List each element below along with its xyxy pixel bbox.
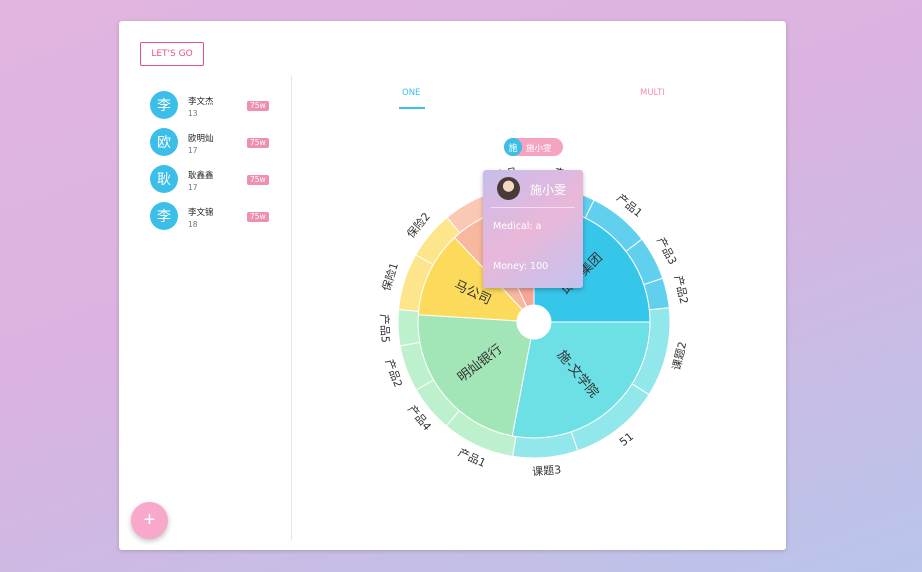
tooltip-medical: Medical: a [493, 221, 542, 232]
user-item[interactable]: 欧 欧明灿 17 75w [150, 128, 278, 165]
avatar: 欧 [150, 128, 178, 156]
data-tooltip: 施小雯 Medical: a Money: 100 [483, 170, 583, 288]
outer-segment[interactable] [397, 309, 421, 347]
user-name: 欧明灿 [188, 134, 214, 144]
user-item[interactable]: 李 李文锦 18 75w [150, 202, 278, 239]
user-age: 13 [188, 109, 198, 118]
tooltip-divider [491, 207, 575, 208]
user-item[interactable]: 李 李文杰 13 75w [150, 91, 278, 128]
user-badge: 75w [247, 101, 269, 111]
user-list: 李 李文杰 13 75w 欧 欧明灿 17 75w 耿 耿鑫鑫 17 75w 李… [150, 91, 278, 239]
lets-go-button[interactable]: LET'S GO [140, 42, 204, 66]
avatar: 耿 [150, 165, 178, 193]
chip-label: 施小雯 [526, 144, 552, 154]
tab-one[interactable]: ONE [402, 88, 420, 98]
tooltip-avatar [497, 177, 520, 200]
user-badge: 75w [247, 212, 269, 222]
avatar: 李 [150, 202, 178, 230]
user-age: 17 [188, 146, 198, 155]
user-age: 18 [188, 220, 198, 229]
tooltip-name: 施小雯 [530, 183, 567, 197]
selected-person-chip[interactable]: 施 施小雯 [504, 138, 563, 156]
avatar: 李 [150, 91, 178, 119]
chip-avatar: 施 [504, 138, 522, 156]
user-age: 17 [188, 183, 198, 192]
tooltip-money: Money: 100 [493, 261, 549, 272]
sidebar-divider [291, 76, 292, 540]
user-name: 李文锦 [188, 208, 214, 218]
user-item[interactable]: 耿 耿鑫鑫 17 75w [150, 165, 278, 202]
user-name: 李文杰 [188, 97, 214, 107]
user-badge: 75w [247, 138, 269, 148]
tab-multi[interactable]: MULTI [640, 88, 665, 98]
user-badge: 75w [247, 175, 269, 185]
user-name: 耿鑫鑫 [188, 171, 214, 181]
add-button[interactable]: + [131, 502, 168, 539]
tab-active-indicator [399, 107, 425, 109]
